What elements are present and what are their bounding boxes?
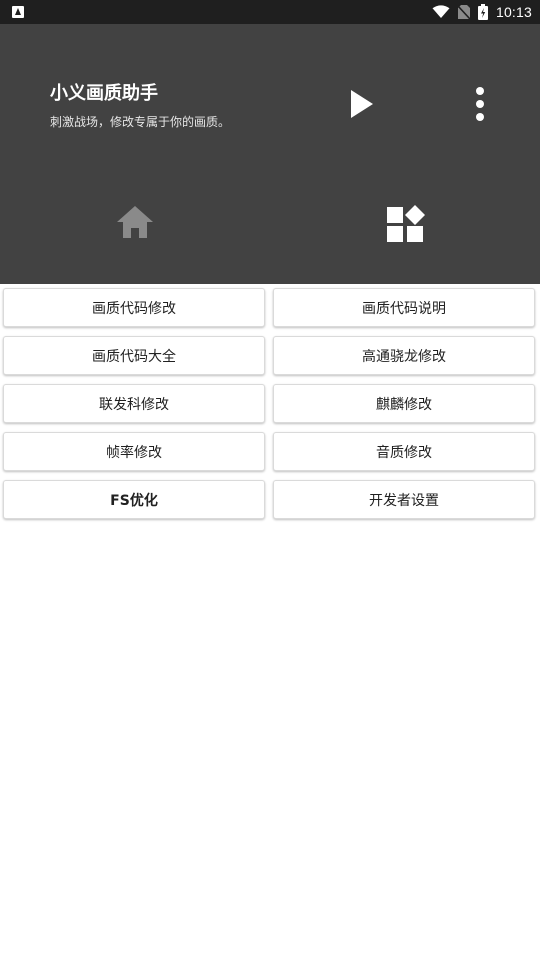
home-icon [117,206,153,238]
play-icon [351,90,373,118]
fs-optimize-button[interactable]: FS优化 [3,480,265,519]
widgets-tab[interactable] [384,202,428,246]
app-subtitle: 刺激战场，修改专属于你的画质。 [50,115,231,129]
more-vert-icon [476,87,484,121]
more-options-button[interactable] [462,82,498,126]
notification-icon [12,6,24,18]
widgets-icon [387,205,425,242]
quality-code-collection-button[interactable]: 画质代码大全 [3,336,265,375]
quality-code-help-button[interactable]: 画质代码说明 [273,288,535,327]
frame-rate-edit-button[interactable]: 帧率修改 [3,432,265,471]
status-bar: 10:13 [0,0,540,24]
play-button[interactable] [340,84,384,124]
status-time: 10:13 [495,4,532,20]
app-header: 小义画质助手 刺激战场，修改专属于你的画质。 [0,24,540,284]
wifi-icon [432,5,450,18]
app-title: 小义画质助手 [50,83,158,104]
kirin-edit-button[interactable]: 麒麟修改 [273,384,535,423]
developer-settings-button[interactable]: 开发者设置 [273,480,535,519]
quality-code-edit-button[interactable]: 画质代码修改 [3,288,265,327]
snapdragon-edit-button[interactable]: 高通骁龙修改 [273,336,535,375]
mediatek-edit-button[interactable]: 联发科修改 [3,384,265,423]
battery-charging-icon [477,4,488,20]
home-tab[interactable] [112,202,158,242]
no-sim-icon [457,5,470,19]
audio-quality-edit-button[interactable]: 音质修改 [273,432,535,471]
status-right: 10:13 [432,0,532,24]
